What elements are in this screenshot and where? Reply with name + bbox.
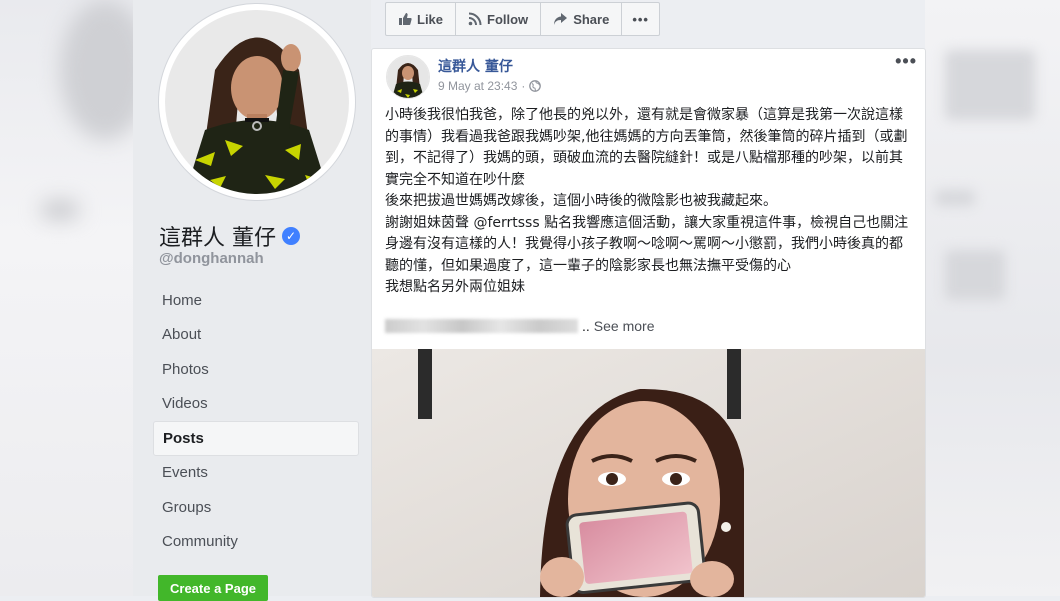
share-label: Share [573,11,610,27]
page-title[interactable]: 這群人 董仔 ✓ [159,220,300,252]
nav-item-videos[interactable]: Videos [153,387,359,422]
follow-label: Follow [487,11,529,27]
profile-picture-frame[interactable] [159,4,355,200]
share-arrow-icon [554,13,568,25]
post-paragraph: 後來把拔過世媽媽改嫁後，這個小時後的微陰影也被我藏起來。 [385,193,777,209]
page-sidebar: 這群人 董仔 ✓ @donghannah Home About Photos V… [133,0,371,601]
thumbs-up-icon [399,13,412,25]
background-right [925,0,1060,596]
post-truncated-line: .. See more [385,318,654,334]
post-body: 小時後我很怕我爸，除了他長的兇以外，還有就是會微家暴（這算是我第一次說這樣的事情… [385,105,913,299]
page-action-bar: Like Follow Share ••• [385,2,660,36]
nav-item-community[interactable]: Community [153,525,359,560]
nav-item-about[interactable]: About [153,318,359,353]
profile-picture [165,10,349,194]
verified-badge-icon: ✓ [282,227,300,245]
post-author-avatar[interactable] [386,55,430,99]
nav-item-photos[interactable]: Photos [153,352,359,387]
share-button[interactable]: Share [541,3,623,35]
post-photo[interactable] [372,349,925,597]
post-paragraph: 我想點名另外兩位姐妹 [385,279,525,295]
page-handle[interactable]: @donghannah [159,250,264,267]
post-meta: 9 May at 23:43 · [438,79,542,93]
more-options-button[interactable]: ••• [622,3,659,35]
nav-item-groups[interactable]: Groups [153,490,359,525]
post-paragraph: 謝謝姐妹茵聲 @ferrtsss 點名我響應這個活動，讓大家重視這件事，檢視自己… [385,214,909,274]
page-nav: Home About Photos Videos Posts Events Gr… [153,283,359,559]
background-left [0,0,150,596]
nav-item-events[interactable]: Events [153,456,359,491]
post-author-name[interactable]: 這群人 董仔 [438,56,513,76]
post-options-button[interactable]: ••• [895,51,917,72]
like-button[interactable]: Like [386,3,457,35]
nav-item-posts[interactable]: Posts [153,421,359,456]
post-card: 這群人 董仔 9 May at 23:43 · ••• 小時後我很怕我爸，除了他… [371,48,926,598]
separator-dot: · [521,79,526,93]
post-paragraph: 小時後我很怕我爸，除了他長的兇以外，還有就是會微家暴（這算是我第一次說這樣的事情… [385,107,908,188]
globe-icon [529,80,542,92]
follow-button[interactable]: Follow [456,3,542,35]
like-label: Like [417,11,444,27]
page-name-text[interactable]: 這群人 董仔 [159,220,276,252]
post-timestamp[interactable]: 9 May at 23:43 [438,79,517,93]
blurred-mentions [385,319,578,333]
create-page-button[interactable]: Create a Page [158,575,268,601]
see-more-link[interactable]: See more [594,318,655,334]
ellipsis: .. [582,318,590,334]
nav-item-home[interactable]: Home [153,283,359,318]
more-dots-icon: ••• [632,11,649,27]
rss-icon [468,12,482,26]
